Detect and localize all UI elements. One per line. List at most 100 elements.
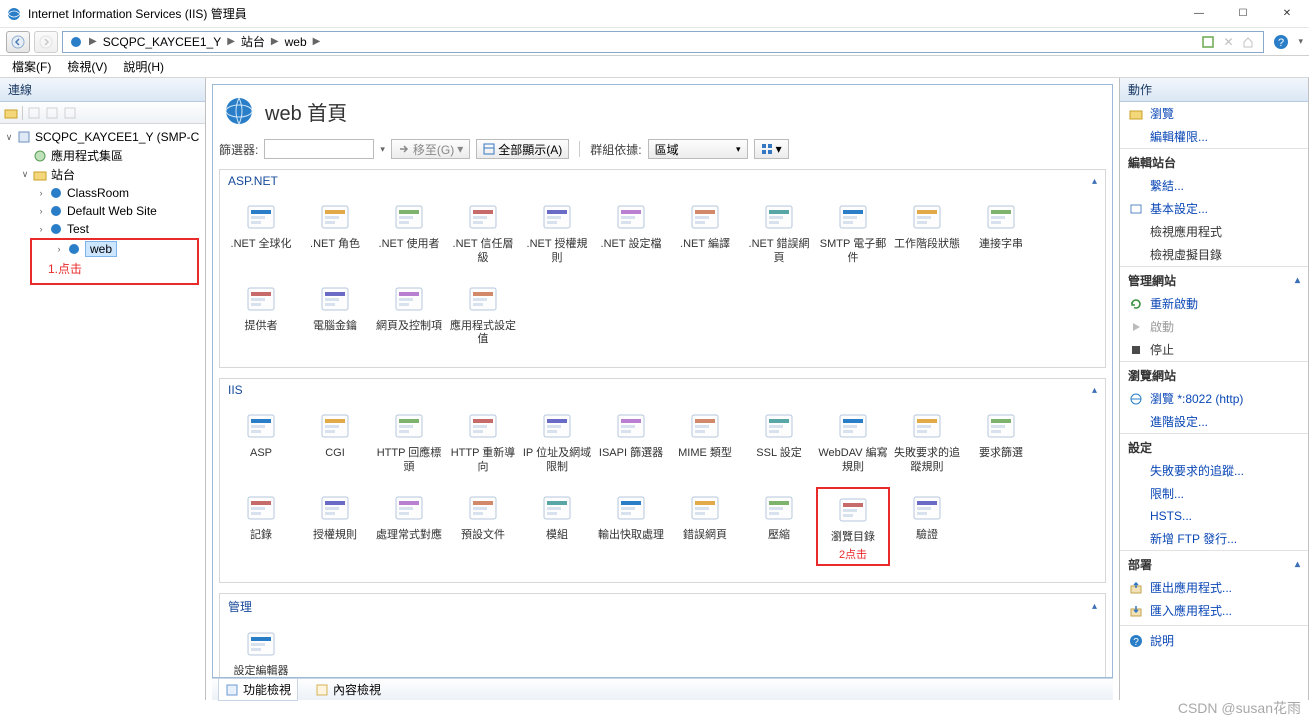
breadcrumb-sites[interactable]: 站台: [239, 33, 267, 50]
tab-features[interactable]: 功能檢視: [218, 678, 298, 701]
feature-item[interactable]: ISAPI 篩選器: [594, 405, 668, 479]
collapse-chevron-icon[interactable]: ▴: [1092, 601, 1097, 612]
dropdown-chevron-icon[interactable]: ▾: [1298, 36, 1303, 47]
feature-item[interactable]: 失敗要求的追蹤規則: [890, 405, 964, 479]
feature-item[interactable]: .NET 信任層級: [446, 196, 520, 270]
expand-icon[interactable]: ›: [52, 244, 66, 254]
tree-tool-icon[interactable]: [63, 106, 77, 120]
feature-item[interactable]: 輸出快取處理: [594, 487, 668, 567]
feature-item[interactable]: 授權規則: [298, 487, 372, 567]
feature-item[interactable]: 記錄: [224, 487, 298, 567]
feature-item[interactable]: CGI: [298, 405, 372, 479]
feature-item[interactable]: .NET 授權規則: [520, 196, 594, 270]
action-restart[interactable]: 重新啟動: [1120, 292, 1308, 315]
collapse-icon[interactable]: ∨: [18, 169, 32, 180]
address-home-icon[interactable]: [1239, 33, 1257, 51]
tree-node-apppools[interactable]: 應用程式集區: [0, 146, 205, 165]
minimize-button[interactable]: —: [1177, 0, 1221, 27]
feature-item[interactable]: 設定編輯器: [224, 623, 298, 677]
address-refresh-icon[interactable]: [1199, 33, 1217, 51]
feature-item[interactable]: 模組: [520, 487, 594, 567]
breadcrumb[interactable]: ▶ SCQPC_KAYCEE1_Y ▶ 站台 ▶ web ▶ ✕: [62, 31, 1264, 53]
address-stop-icon[interactable]: ✕: [1219, 33, 1237, 51]
action-view-vdirs[interactable]: 檢視虛擬目錄: [1120, 243, 1308, 266]
action-export-app[interactable]: 匯出應用程式...: [1120, 576, 1308, 599]
feature-item[interactable]: .NET 角色: [298, 196, 372, 270]
tree-tool-icon[interactable]: [27, 106, 41, 120]
feature-item[interactable]: .NET 編譯: [668, 196, 742, 270]
action-stop[interactable]: 停止: [1120, 338, 1308, 361]
action-hsts[interactable]: HSTS...: [1120, 505, 1308, 527]
nav-back-button[interactable]: [6, 31, 30, 53]
action-failed-trace[interactable]: 失敗要求的追蹤...: [1120, 459, 1308, 482]
tree-node-web[interactable]: › web: [32, 240, 197, 258]
feature-item[interactable]: 連接字串: [964, 196, 1038, 270]
actions-scroll[interactable]: 瀏覽 編輯權限... 編輯站台 繫結... 基本設定... 檢視應用程式 檢視虛…: [1120, 102, 1308, 700]
feature-item[interactable]: .NET 使用者: [372, 196, 446, 270]
action-explore[interactable]: 瀏覽: [1120, 102, 1308, 125]
tree-tool-icon[interactable]: [45, 106, 59, 120]
nav-forward-button[interactable]: [34, 31, 58, 53]
feature-item[interactable]: 網頁及控制項: [372, 278, 446, 352]
tree-node-site[interactable]: › Default Web Site: [0, 202, 205, 220]
feature-item[interactable]: 處理常式對應: [372, 487, 446, 567]
feature-item[interactable]: 壓縮: [742, 487, 816, 567]
expand-icon[interactable]: ›: [34, 224, 48, 234]
goto-button[interactable]: 移至(G) ▾: [391, 139, 470, 159]
tree-node-server[interactable]: ∨ SCQPC_KAYCEE1_Y (SMP-C: [0, 128, 205, 146]
feature-item[interactable]: 工作階段狀態: [890, 196, 964, 270]
menu-help[interactable]: 說明(H): [115, 56, 172, 77]
close-button[interactable]: ✕: [1265, 0, 1309, 27]
feature-item[interactable]: .NET 錯誤網頁: [742, 196, 816, 270]
feature-item[interactable]: 驗證: [890, 487, 964, 567]
feature-item[interactable]: 預設文件: [446, 487, 520, 567]
feature-item[interactable]: 錯誤網頁: [668, 487, 742, 567]
breadcrumb-server[interactable]: SCQPC_KAYCEE1_Y: [101, 35, 224, 49]
showall-button[interactable]: 全部顯示(A): [476, 139, 569, 159]
action-basic-settings[interactable]: 基本設定...: [1120, 197, 1308, 220]
feature-item[interactable]: SSL 設定: [742, 405, 816, 479]
tree-tool-icon[interactable]: [4, 106, 18, 120]
feature-item[interactable]: 應用程式設定值: [446, 278, 520, 352]
group-header-aspnet[interactable]: ASP.NET ▴: [220, 170, 1105, 192]
feature-item[interactable]: SMTP 電子郵件: [816, 196, 890, 270]
group-header-mgmt[interactable]: 管理 ▴: [220, 594, 1105, 619]
menu-file[interactable]: 檔案(F): [4, 56, 59, 77]
filter-input[interactable]: [264, 139, 374, 159]
feature-item[interactable]: WebDAV 編寫規則: [816, 405, 890, 479]
menu-view[interactable]: 檢視(V): [59, 56, 115, 77]
maximize-button[interactable]: ☐: [1221, 0, 1265, 27]
feature-item[interactable]: .NET 設定檔: [594, 196, 668, 270]
feature-scroll[interactable]: ASP.NET ▴ .NET 全球化.NET 角色.NET 使用者.NET 信任…: [219, 163, 1106, 677]
action-browse-url[interactable]: 瀏覽 *:8022 (http): [1120, 387, 1308, 410]
action-add-ftp[interactable]: 新增 FTP 發行...: [1120, 527, 1308, 550]
feature-item[interactable]: 提供者: [224, 278, 298, 352]
feature-item[interactable]: IP 位址及網域限制: [520, 405, 594, 479]
collapse-chevron-icon[interactable]: ▴: [1092, 176, 1097, 187]
tree-node-site[interactable]: › Test: [0, 220, 205, 238]
action-limits[interactable]: 限制...: [1120, 482, 1308, 505]
feature-item[interactable]: ASP: [224, 405, 298, 479]
groupby-select[interactable]: 區域 ▾: [648, 139, 748, 159]
feature-item[interactable]: 電腦金鑰: [298, 278, 372, 352]
dropdown-chevron-icon[interactable]: ▾: [380, 144, 385, 155]
feature-item[interactable]: MIME 類型: [668, 405, 742, 479]
collapse-chevron-icon[interactable]: ▴: [1295, 275, 1300, 286]
tree-node-sites[interactable]: ∨ 站台: [0, 165, 205, 184]
collapse-chevron-icon[interactable]: ▴: [1295, 559, 1300, 570]
action-help[interactable]: ? 說明: [1120, 629, 1308, 652]
expand-icon[interactable]: ›: [34, 206, 48, 216]
collapse-chevron-icon[interactable]: ▴: [1092, 385, 1097, 396]
feature-item[interactable]: .NET 全球化: [224, 196, 298, 270]
view-mode-button[interactable]: ▾: [754, 139, 789, 159]
expand-icon[interactable]: ›: [34, 188, 48, 198]
tab-content[interactable]: 內容檢視: [308, 678, 388, 701]
feature-item[interactable]: 要求篩選: [964, 405, 1038, 479]
help-icon[interactable]: ?: [1272, 33, 1290, 51]
collapse-icon[interactable]: ∨: [2, 132, 16, 143]
feature-item[interactable]: 瀏覽目錄2点击: [816, 487, 890, 567]
group-header-iis[interactable]: IIS ▴: [220, 379, 1105, 401]
action-view-apps[interactable]: 檢視應用程式: [1120, 220, 1308, 243]
breadcrumb-web[interactable]: web: [283, 35, 309, 49]
tree-node-site[interactable]: › ClassRoom: [0, 184, 205, 202]
